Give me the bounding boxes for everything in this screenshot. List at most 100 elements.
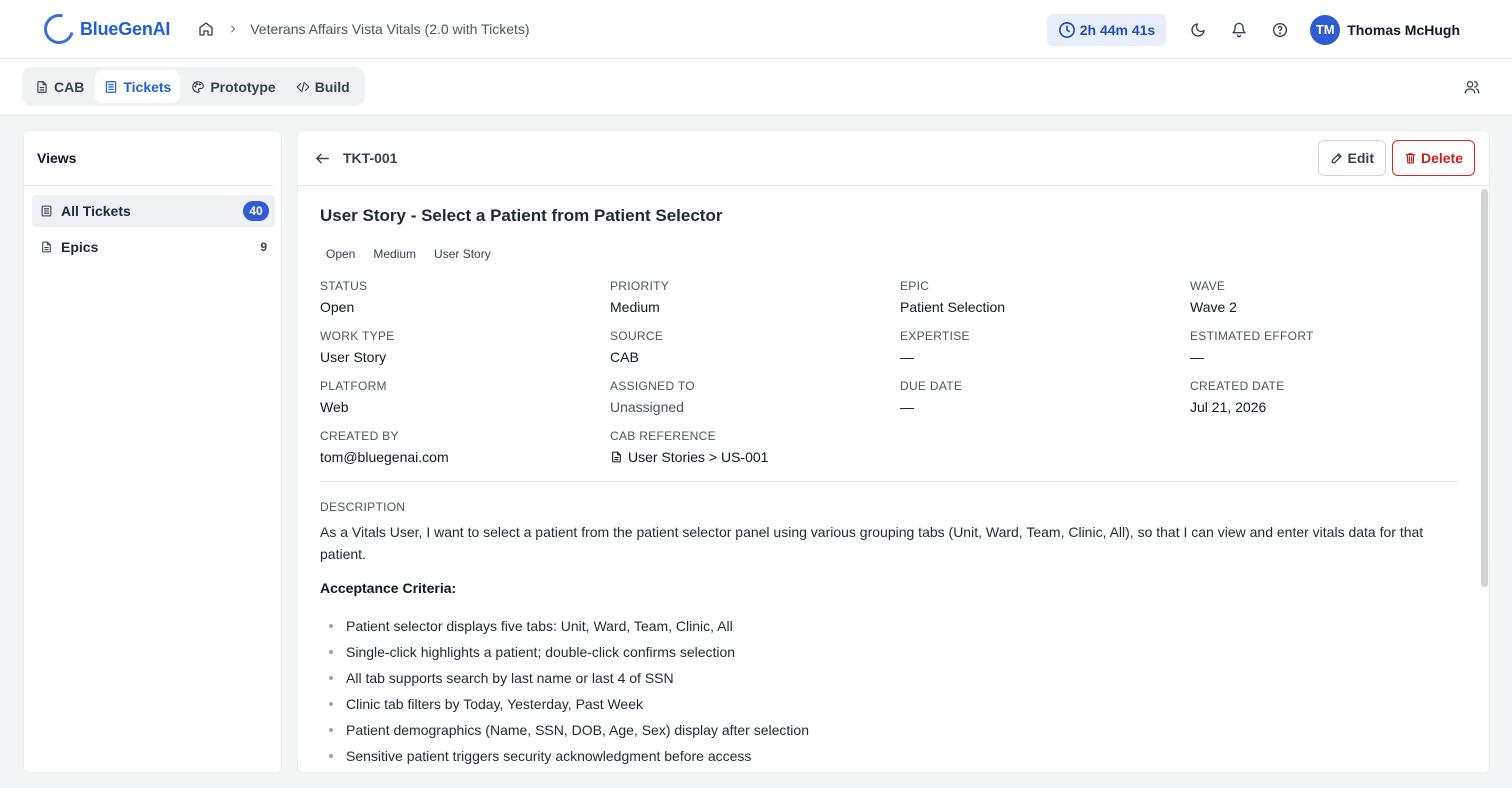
ticket-detail-panel: TKT-001 Edit Delete User Story - Select … — [297, 130, 1490, 773]
field-value: tom@bluegenai.com — [320, 449, 449, 465]
logo[interactable]: BlueGenAI — [38, 8, 171, 50]
field-expertise: EXPERTISE — — [900, 329, 1180, 365]
breadcrumb-project[interactable]: Veterans Affairs Vista Vitals (2.0 with … — [250, 21, 529, 37]
field-label: STATUS — [320, 279, 368, 293]
field-value: CAB — [610, 349, 639, 365]
tab-cab[interactable]: CAB — [26, 70, 93, 103]
type-badge: User Story — [428, 244, 497, 264]
code-icon — [296, 81, 310, 92]
list-item: Patient demographics (Name, SSN, DOB, Ag… — [320, 717, 809, 743]
app-name: BlueGenAI — [80, 18, 171, 39]
pencil-icon — [1331, 153, 1342, 164]
palette-icon — [192, 80, 205, 93]
field-label: CAB REFERENCE — [610, 429, 716, 443]
cab-reference-link[interactable]: User Stories > US-001 — [610, 449, 890, 465]
field-value: User Story — [320, 349, 387, 365]
sidebar-item-label: Epics — [61, 239, 99, 255]
field-value: Patient Selection — [900, 299, 1006, 315]
document-icon — [612, 451, 621, 463]
views-sidebar: Views All Tickets 40 Epics 9 — [23, 130, 282, 773]
field-label: PLATFORM — [320, 379, 387, 393]
list-icon — [106, 80, 117, 93]
field-value: — — [1190, 349, 1204, 365]
field-value: — — [900, 349, 914, 365]
chevron-right-icon — [228, 22, 238, 37]
cab-reference-text: User Stories > US-001 — [628, 449, 769, 465]
field-priority: PRIORITY Medium — [610, 279, 890, 315]
divider — [320, 481, 1458, 482]
back-arrow-icon[interactable] — [314, 150, 331, 167]
users-icon[interactable] — [1464, 79, 1480, 98]
tab-label: CAB — [54, 78, 85, 95]
field-value: Open — [320, 299, 355, 315]
field-label: CREATED BY — [320, 429, 399, 443]
description-label: DESCRIPTION — [320, 500, 406, 514]
field-label: WAVE — [1190, 279, 1226, 293]
session-timer[interactable]: 2h 44m 41s — [1046, 13, 1167, 46]
field-cab-reference: CAB REFERENCE User Stories > US-001 — [610, 429, 890, 465]
scrollbar[interactable] — [1481, 189, 1488, 587]
acceptance-criteria-title: Acceptance Criteria: — [320, 580, 457, 596]
field-assigned-to: ASSIGNED TO Unassigned — [610, 379, 890, 415]
sidebar-item-epics[interactable]: Epics 9 — [32, 231, 275, 263]
field-due-date: DUE DATE — — [900, 379, 1180, 415]
list-item: Sensitive patient triggers security ackn… — [320, 743, 809, 769]
tab-build[interactable]: Build — [287, 70, 359, 103]
field-value: — — [900, 399, 914, 415]
field-value: Medium — [610, 299, 660, 315]
field-label: PRIORITY — [610, 279, 670, 293]
field-label: WORK TYPE — [320, 329, 395, 343]
sidebar-title: Views — [24, 131, 273, 186]
bell-icon[interactable] — [1228, 19, 1250, 41]
field-label: DUE DATE — [900, 379, 963, 393]
field-estimated-effort: ESTIMATED EFFORT — — [1190, 329, 1470, 365]
field-label: EXPERTISE — [900, 329, 970, 343]
trash-icon — [1405, 153, 1416, 164]
field-label: ESTIMATED EFFORT — [1190, 329, 1314, 343]
field-label: ASSIGNED TO — [610, 379, 695, 393]
tab-label: Tickets — [123, 78, 172, 95]
sidebar-item-label: All Tickets — [61, 203, 131, 219]
status-badge: Open — [320, 244, 362, 264]
tab-tickets[interactable]: Tickets — [95, 70, 181, 103]
list-item: Single-click highlights a patient; doubl… — [320, 639, 809, 665]
count-badge: 40 — [243, 201, 269, 221]
edit-button[interactable]: Edit — [1317, 140, 1386, 176]
edit-label: Edit — [1347, 150, 1374, 166]
ticket-tags: Open Medium User Story — [320, 244, 503, 264]
field-wave: WAVE Wave 2 — [1190, 279, 1470, 315]
tab-prototype[interactable]: Prototype — [182, 70, 284, 103]
field-label: SOURCE — [610, 329, 664, 343]
field-created-date: CREATED DATE Jul 21, 2026 — [1190, 379, 1470, 415]
ticket-title: User Story - Select a Patient from Patie… — [320, 206, 723, 225]
list-item: Clinic tab filters by Today, Yesterday, … — [320, 691, 809, 717]
logo-mark-icon — [38, 8, 80, 50]
documents-icon — [42, 241, 51, 253]
field-value: Jul 21, 2026 — [1190, 399, 1267, 415]
module-tabs-bar: CAB Tickets Prototype Build — [0, 59, 1512, 116]
moon-icon[interactable] — [1187, 19, 1209, 41]
delete-label: Delete — [1420, 150, 1463, 166]
acceptance-criteria-list: Patient selector displays five tabs: Uni… — [320, 613, 809, 769]
list-item: All tab supports search by last name or … — [320, 665, 809, 691]
ticket-id: TKT-001 — [343, 150, 398, 166]
description-text: As a Vitals User, I want to select a pat… — [320, 524, 1424, 562]
field-source: SOURCE CAB — [610, 329, 890, 365]
tab-label: Build — [314, 78, 350, 95]
count-label: 9 — [260, 240, 267, 254]
user-name[interactable]: Thomas McHugh — [1347, 22, 1460, 38]
home-icon[interactable] — [198, 21, 214, 37]
clock-icon — [1058, 21, 1075, 38]
field-status: STATUS Open — [320, 279, 600, 315]
sidebar-item-all-tickets[interactable]: All Tickets 40 — [32, 195, 275, 227]
tab-label: Prototype — [210, 78, 276, 95]
field-label: EPIC — [900, 279, 930, 293]
avatar[interactable]: TM — [1310, 14, 1341, 45]
list-item: Patient selector displays five tabs: Uni… — [320, 613, 809, 639]
delete-button[interactable]: Delete — [1391, 140, 1475, 176]
help-icon[interactable] — [1269, 19, 1291, 41]
field-value: Unassigned — [610, 399, 684, 415]
document-icon — [37, 80, 47, 93]
field-label: CREATED DATE — [1190, 379, 1285, 393]
list-icon — [41, 205, 52, 217]
